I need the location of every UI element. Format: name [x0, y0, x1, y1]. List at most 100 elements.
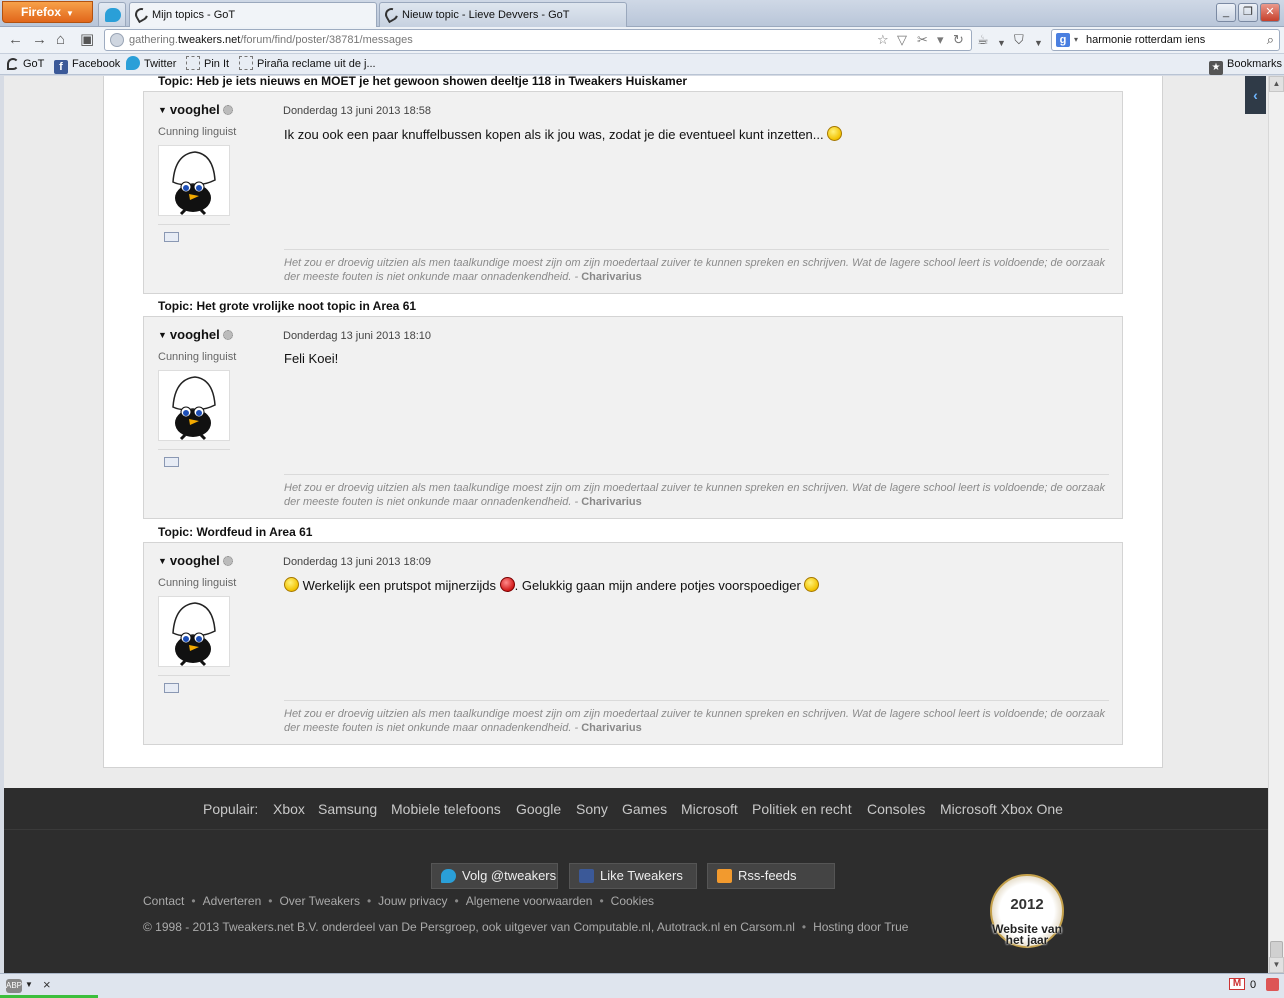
search-icon[interactable]: ⌕ — [1267, 30, 1274, 50]
rss-feeds-button[interactable]: Rss-feeds — [707, 863, 835, 889]
bookmarks-menu[interactable]: ★ Bookmarks — [1209, 54, 1282, 75]
search-input[interactable]: g ▾ harmonie rotterdam iens ⌕ — [1051, 29, 1280, 51]
chevron-down-icon[interactable]: ▼ — [997, 35, 1006, 51]
pocket-button-icon[interactable]: ⛉ — [1014, 32, 1024, 48]
post-date[interactable]: Donderdag 13 juni 2013 18:09 — [283, 556, 431, 568]
adblock-icon[interactable]: ABP — [6, 979, 22, 993]
post-author[interactable]: ▼ vooghel — [158, 553, 233, 568]
google-icon[interactable]: g — [1056, 33, 1070, 47]
bookmark-star-icon[interactable]: ☆ — [877, 30, 889, 50]
close-addon-bar-button[interactable]: × — [43, 974, 51, 996]
avatar[interactable] — [158, 596, 230, 667]
popular-link-mobiele-telefoons[interactable]: Mobiele telefoons — [391, 788, 501, 830]
post: ▼ vooghel Cunning linguist Donderdag 13 j… — [143, 91, 1123, 294]
site-identity-icon[interactable] — [110, 33, 124, 47]
bookmark-pirana[interactable]: Piraña reclame uit de j... — [239, 54, 376, 74]
post-author[interactable]: ▼ vooghel — [158, 327, 233, 342]
calimero-avatar-icon — [172, 376, 216, 441]
post-author[interactable]: ▼ vooghel — [158, 102, 233, 117]
facebook-icon — [579, 869, 594, 883]
topic-title-link[interactable]: Topic: Heb je iets nieuws en MOET je het… — [158, 76, 687, 88]
popular-link-consoles[interactable]: Consoles — [867, 788, 925, 830]
footer-link-contact[interactable]: Contact — [143, 894, 184, 908]
follow-twitter-button[interactable]: Volg @tweakers — [431, 863, 558, 889]
scissors-icon[interactable]: ✂ — [917, 30, 928, 50]
chevron-down-icon[interactable]: ▾ — [1074, 30, 1078, 50]
popular-link-sony[interactable]: Sony — [576, 788, 608, 830]
popular-link-google[interactable]: Google — [516, 788, 561, 830]
tab-nieuw-topic[interactable]: Nieuw topic - Lieve Devvers - GoT — [379, 2, 627, 27]
author-name[interactable]: vooghel — [170, 553, 220, 568]
signature-text: Het zou er droevig uitzien als men taalk… — [284, 482, 1105, 508]
post-message: Ik zou ook een paar knuffelbussen kopen … — [284, 126, 843, 142]
download-icon[interactable]: ▣ — [80, 32, 94, 48]
topic-title-link[interactable]: Topic: Wordfeud in Area 61 — [158, 525, 312, 539]
close-window-button[interactable]: ✕ — [1260, 3, 1280, 22]
back-arrow-icon[interactable]: ← — [8, 32, 23, 48]
tab-title: Mijn topics - GoT — [152, 9, 236, 21]
post-date[interactable]: Donderdag 13 juni 2013 18:10 — [283, 330, 431, 342]
pocket-icon[interactable]: ▽ — [897, 30, 907, 50]
footer-link-jouw-privacy[interactable]: Jouw privacy — [378, 894, 447, 908]
scroll-up-icon[interactable]: ▲ — [1269, 76, 1284, 92]
bookmark-facebook[interactable]: f Facebook — [54, 54, 120, 74]
firefox-menu-button[interactable]: Firefox ▼ — [2, 1, 93, 23]
post: ▼ vooghel Cunning linguist Donderdag 13 j… — [143, 316, 1123, 519]
avatar[interactable] — [158, 370, 230, 441]
tab-mijn-topics[interactable]: Mijn topics - GoT — [129, 2, 377, 28]
got-favicon-icon — [132, 5, 151, 24]
chevron-down-icon[interactable]: ▼ — [1034, 35, 1043, 51]
popular-link-xbox[interactable]: Xbox — [273, 788, 305, 830]
popular-link-games[interactable]: Games — [622, 788, 667, 830]
scroll-down-icon[interactable]: ▼ — [1269, 957, 1284, 973]
forward-arrow-icon[interactable]: → — [32, 32, 47, 48]
footer-link-algemene-voorwaarden[interactable]: Algemene voorwaarden — [466, 894, 593, 908]
tab-title: Nieuw topic - Lieve Devvers - GoT — [402, 9, 570, 21]
popular-link-politiek-en-recht[interactable]: Politiek en recht — [752, 788, 852, 830]
reload-icon[interactable]: ↻ — [953, 30, 964, 50]
gmail-icon[interactable]: M — [1229, 978, 1245, 990]
mail-count: 0 — [1250, 979, 1257, 991]
message-text: . Gelukkig gaan mijn andere potjes voors… — [514, 578, 801, 593]
bookmark-pin-it[interactable]: Pin It — [186, 54, 229, 74]
addon-icon[interactable]: ☕ — [977, 32, 989, 48]
chevron-down-icon[interactable]: ▼ — [25, 974, 33, 996]
topic-title-link[interactable]: Topic: Het grote vrolijke noot topic in … — [158, 299, 416, 313]
website-van-het-jaar-award[interactable]: 2012 Website van het jaar — [987, 871, 1067, 951]
popular-link-samsung[interactable]: Samsung — [318, 788, 377, 830]
minimize-button[interactable]: _ — [1216, 3, 1236, 22]
profile-card-icon[interactable] — [164, 683, 179, 693]
like-facebook-button[interactable]: Like Tweakers — [569, 863, 697, 889]
page-viewport: ‹ Topic: Heb je iets nieuws en MOET je h… — [4, 76, 1268, 973]
profile-card-icon[interactable] — [164, 232, 179, 242]
bookmarks-toolbar: GoT f Facebook Twitter Pin It Piraña recl… — [0, 54, 1284, 75]
star-icon: ★ — [1209, 61, 1223, 75]
profile-card-icon[interactable] — [164, 457, 179, 467]
signature: Het zou er droevig uitzien als men taalk… — [284, 481, 1109, 509]
bookmark-got[interactable]: GoT — [7, 54, 44, 74]
footer-link-cookies[interactable]: Cookies — [611, 894, 654, 908]
bookmark-twitter[interactable]: Twitter — [126, 54, 176, 74]
triangle-down-icon[interactable]: ▼ — [158, 556, 167, 566]
home-icon[interactable]: ⌂ — [56, 32, 65, 48]
footer-link-adverteren[interactable]: Adverteren — [203, 894, 262, 908]
url-prefix: gathering. — [129, 34, 178, 46]
page-scrollbar[interactable]: ▲ ▼ — [1268, 76, 1284, 973]
addon-icon[interactable] — [1266, 978, 1279, 991]
author-name[interactable]: vooghel — [170, 327, 220, 342]
popular-link-microsoft-xbox-one[interactable]: Microsoft Xbox One — [940, 788, 1063, 830]
footer-link-over-tweakers[interactable]: Over Tweakers — [279, 894, 359, 908]
pinned-tab-twitter[interactable] — [98, 2, 126, 26]
side-panel-toggle[interactable]: ‹ — [1245, 76, 1266, 114]
triangle-down-icon[interactable]: ▼ — [158, 330, 167, 340]
maximize-button[interactable]: ❐ — [1238, 3, 1258, 22]
author-name[interactable]: vooghel — [170, 102, 220, 117]
post-date[interactable]: Donderdag 13 juni 2013 18:58 — [283, 105, 431, 117]
hosting-link[interactable]: Hosting door True — [813, 920, 908, 934]
popular-link-microsoft[interactable]: Microsoft — [681, 788, 738, 830]
avatar[interactable] — [158, 145, 230, 216]
url-bar[interactable]: gathering.tweakers.net/forum/find/poster… — [104, 29, 972, 51]
dropdown-icon[interactable]: ▾ — [937, 30, 944, 50]
button-label: Rss-feeds — [738, 868, 797, 883]
triangle-down-icon[interactable]: ▼ — [158, 105, 167, 115]
